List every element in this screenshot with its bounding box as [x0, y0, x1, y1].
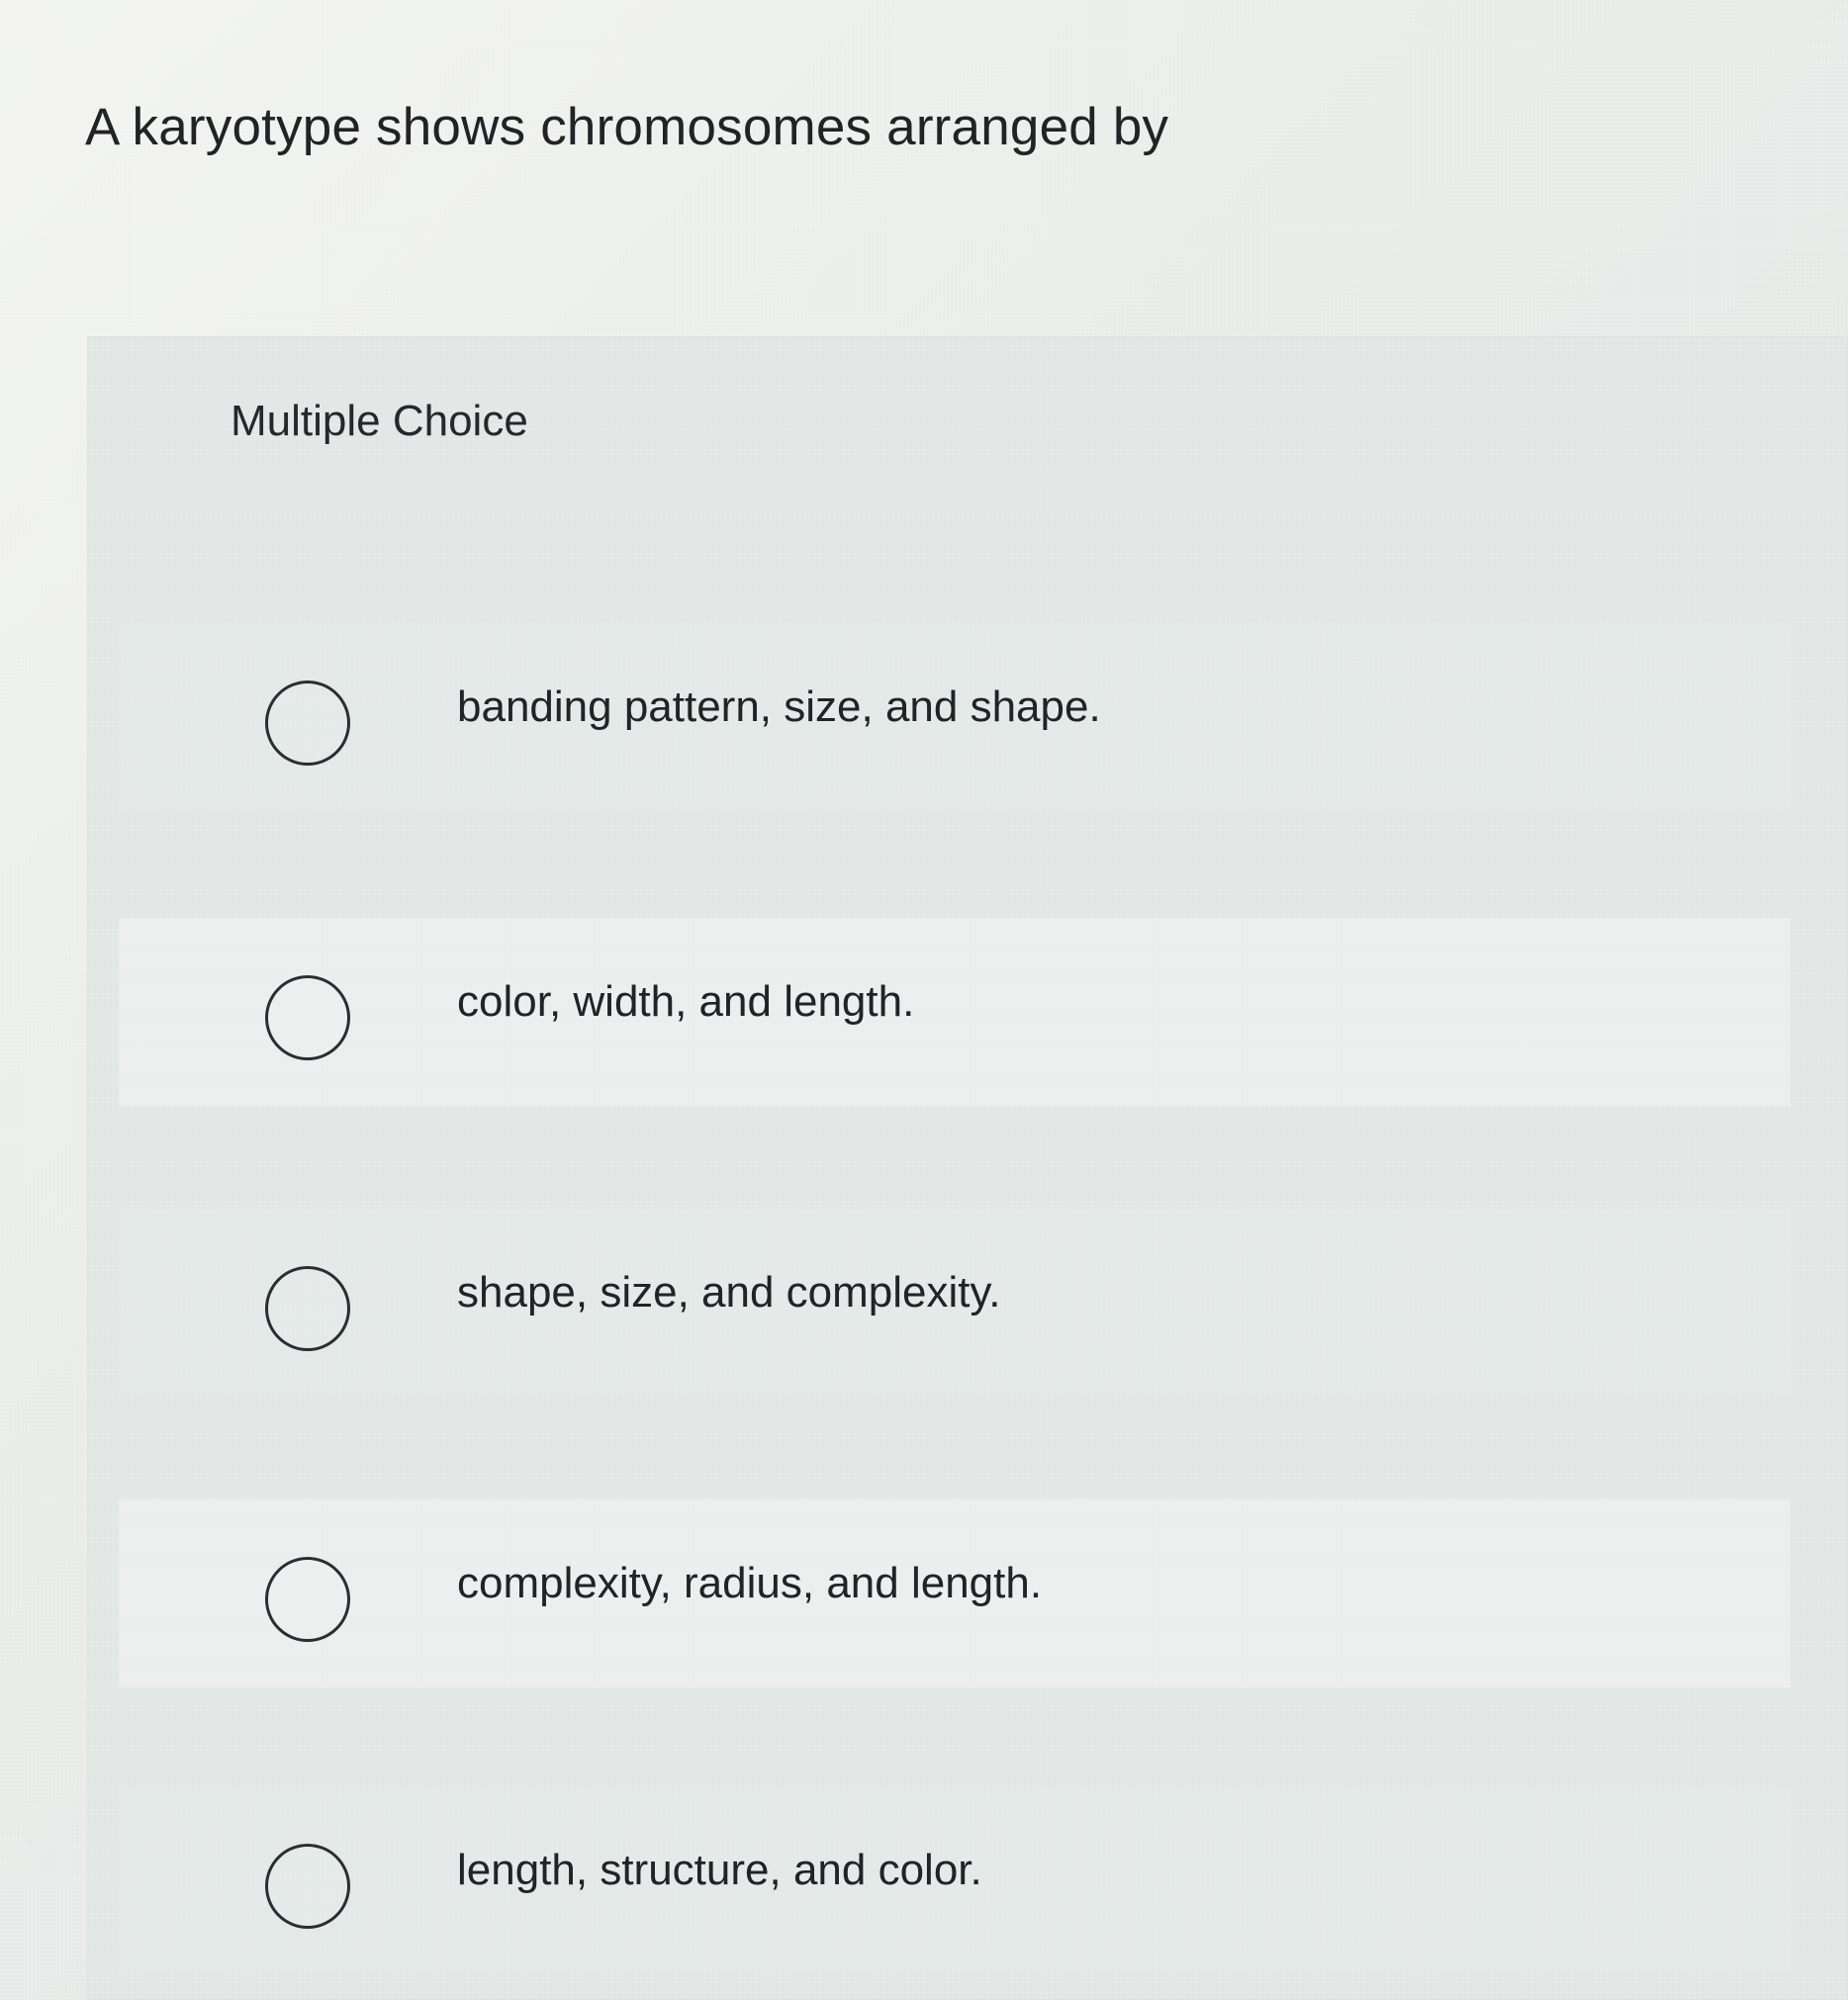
- choice-option-label: color, width, and length.: [457, 977, 915, 1026]
- choice-option-4[interactable]: complexity, radius, and length.: [119, 1500, 1791, 1687]
- radio-button-icon[interactable]: [265, 1844, 350, 1929]
- radio-button-icon[interactable]: [265, 975, 350, 1060]
- choice-option-5[interactable]: length, structure, and color.: [119, 1786, 1791, 1974]
- multiple-choice-panel: [87, 336, 1848, 2000]
- choice-option-label: banding pattern, size, and shape.: [457, 682, 1101, 731]
- choice-option-label: shape, size, and complexity.: [457, 1268, 1001, 1317]
- quiz-screen: A karyotype shows chromosomes arranged b…: [0, 0, 1848, 2000]
- question-type-label: Multiple Choice: [231, 397, 528, 445]
- choice-option-1[interactable]: banding pattern, size, and shape.: [119, 623, 1791, 811]
- choice-option-label: length, structure, and color.: [457, 1846, 982, 1894]
- radio-button-icon[interactable]: [265, 1557, 350, 1642]
- choice-option-3[interactable]: shape, size, and complexity.: [119, 1209, 1791, 1397]
- radio-button-icon[interactable]: [265, 1266, 350, 1351]
- choice-option-2[interactable]: color, width, and length.: [119, 918, 1791, 1106]
- choice-option-label: complexity, radius, and length.: [457, 1559, 1043, 1607]
- radio-button-icon[interactable]: [265, 681, 350, 766]
- question-prompt: A karyotype shows chromosomes arranged b…: [85, 98, 1169, 156]
